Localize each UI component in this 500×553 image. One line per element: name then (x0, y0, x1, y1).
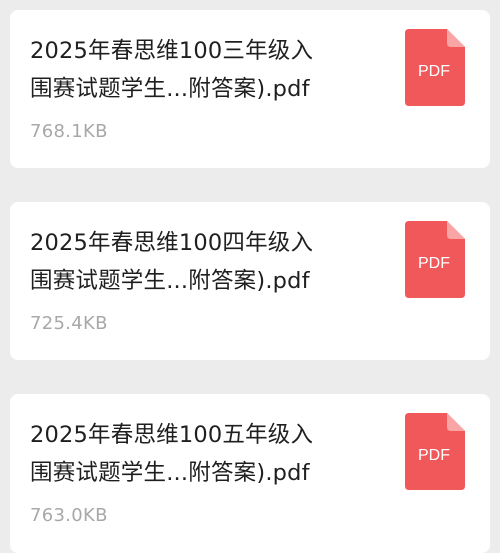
file-size: 768.1KB (30, 121, 108, 142)
file-size: 763.0KB (30, 505, 108, 526)
file-name-line: 2025年春思维100四年级入 (30, 230, 314, 256)
file-size: 725.4KB (30, 313, 108, 334)
pdf-file-icon: PDF (405, 29, 465, 106)
pdf-icon-label: PDF (418, 255, 450, 272)
pdf-file-icon: PDF (405, 413, 465, 490)
file-name: 2025年春思维100四年级入 围赛试题学生...附答案).pdf (30, 224, 380, 300)
file-card[interactable]: 2025年春思维100四年级入 围赛试题学生...附答案).pdf 725.4K… (10, 202, 490, 360)
file-card[interactable]: 2025年春思维100三年级入 围赛试题学生...附答案).pdf 768.1K… (10, 10, 490, 168)
file-name-line: 围赛试题学生...附答案).pdf (30, 268, 310, 294)
file-list: 2025年春思维100三年级入 围赛试题学生...附答案).pdf 768.1K… (0, 0, 500, 553)
file-name-line: 围赛试题学生...附答案).pdf (30, 76, 310, 102)
pdf-icon-label: PDF (418, 447, 450, 464)
file-name-line: 2025年春思维100五年级入 (30, 422, 314, 448)
file-name: 2025年春思维100三年级入 围赛试题学生...附答案).pdf (30, 32, 380, 108)
file-name-line: 2025年春思维100三年级入 (30, 38, 314, 64)
file-name: 2025年春思维100五年级入 围赛试题学生...附答案).pdf (30, 416, 380, 492)
file-name-line: 围赛试题学生...附答案).pdf (30, 460, 310, 486)
pdf-icon-label: PDF (418, 63, 450, 80)
file-card[interactable]: 2025年春思维100五年级入 围赛试题学生...附答案).pdf 763.0K… (10, 394, 490, 553)
pdf-file-icon: PDF (405, 221, 465, 298)
